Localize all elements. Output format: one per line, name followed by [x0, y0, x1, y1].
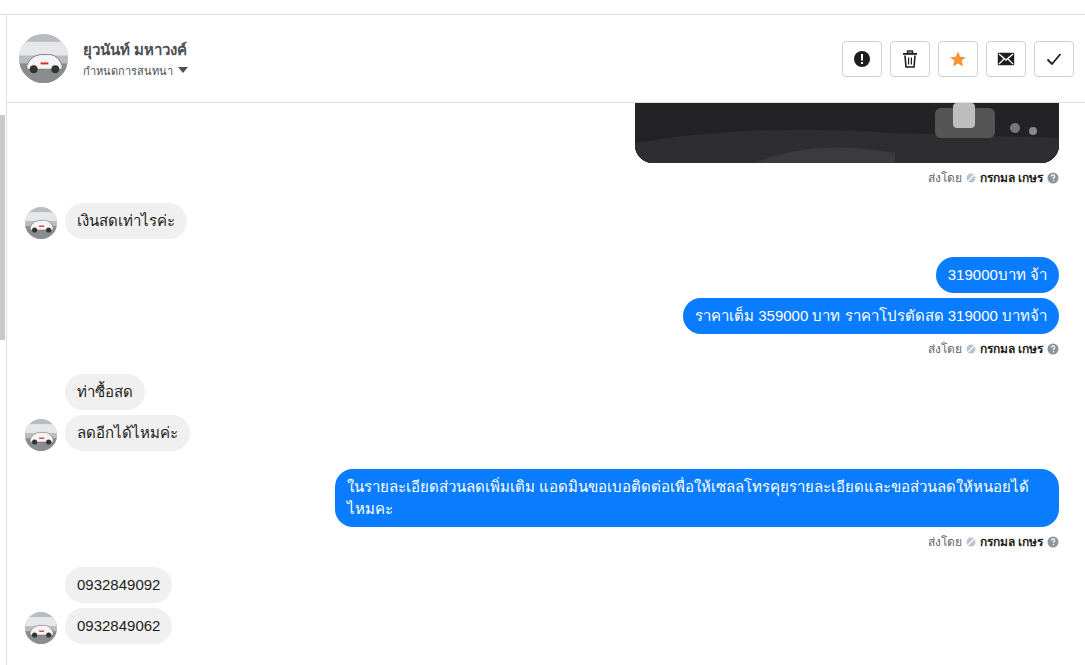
contact-info: ยุวนันท์ มหาวงค์กำหนดการสนทนา: [83, 40, 188, 78]
photo-attachment[interactable]: [635, 103, 1059, 163]
star-button[interactable]: [938, 41, 978, 77]
message-row: ท่าซื้อสด: [25, 374, 145, 410]
message-row: ราคาเต็ม 359000 บาท ราคาโปรตัดสด 319000 …: [683, 298, 1059, 334]
sent-by-label: ส่งโดย: [928, 171, 962, 185]
incoming-bubble[interactable]: ท่าซื้อสด: [65, 374, 145, 410]
conversation-header: ยุวนันท์ มหาวงค์กำหนดการสนทนา: [7, 15, 1085, 103]
incoming-bubble[interactable]: ลดอีกได้ไหมค่ะ: [65, 415, 190, 451]
avatar[interactable]: [19, 34, 68, 83]
bubble-stack: 319000บาท จ้าราคาเต็ม 359000 บาท ราคาโปร…: [683, 257, 1059, 334]
incoming-group: 0932849092 0932849062: [25, 567, 1059, 644]
caret-down-icon: [178, 67, 188, 74]
exclamation-icon: [853, 50, 871, 68]
sender-name[interactable]: กรกมล เกษร: [980, 535, 1043, 549]
help-icon: [1047, 536, 1059, 548]
bubble-stack: 0932849092 0932849062: [25, 567, 172, 644]
message-row: 0932849062: [25, 608, 172, 644]
sent-by: ส่งโดย กรกมล เกษร: [928, 535, 1059, 549]
star-icon: [949, 50, 967, 68]
message-row: 0932849092: [25, 567, 172, 603]
avatar[interactable]: [25, 207, 57, 239]
conversation-panel: ยุวนันท์ มหาวงค์กำหนดการสนทนา ส่งโดยกรกม…: [6, 15, 1085, 665]
page-admin-icon: [966, 173, 976, 183]
incoming-group: เงินสดเท่าไรค่ะ: [25, 203, 1059, 239]
incoming-group: ท่าซื้อสดลดอีกได้ไหมค่ะ: [25, 374, 1059, 451]
message-list: ส่งโดยกรกมล เกษรเงินสดเท่าไรค่ะ319000บาท…: [7, 103, 1085, 665]
bubble-stack: เงินสดเท่าไรค่ะ: [25, 203, 187, 239]
page-admin-icon: [966, 344, 976, 354]
incoming-bubble[interactable]: 0932849092: [65, 567, 172, 603]
help-icon: [1047, 172, 1059, 184]
mark-done-button[interactable]: [1034, 41, 1074, 77]
delete-button[interactable]: [890, 41, 930, 77]
sender-name[interactable]: กรกมล เกษร: [980, 171, 1043, 185]
sent-by-label: ส่งโดย: [928, 342, 962, 356]
incoming-bubble[interactable]: เงินสดเท่าไรค่ะ: [65, 203, 187, 239]
sent-by: ส่งโดย กรกมล เกษร: [928, 342, 1059, 356]
avatar[interactable]: [25, 419, 57, 451]
bubble-stack: [635, 103, 1059, 163]
outgoing-group: 319000บาท จ้าราคาเต็ม 359000 บาท ราคาโปร…: [25, 257, 1059, 356]
trash-icon: [902, 50, 918, 68]
mark-unread-button[interactable]: [986, 41, 1026, 77]
outgoing-bubble[interactable]: 319000บาท จ้า: [936, 257, 1059, 293]
envelope-icon: [997, 52, 1015, 66]
bubble-stack: ในรายละเอียดส่วนลดเพิ่มเติม แอดมินขอเบอต…: [335, 469, 1059, 527]
label-dropdown[interactable]: กำหนดการสนทนา: [83, 64, 188, 78]
report-button[interactable]: [842, 41, 882, 77]
avatar-spacer: [25, 602, 57, 603]
scrollbar-thumb[interactable]: [0, 115, 5, 340]
outgoing-bubble[interactable]: ในรายละเอียดส่วนลดเพิ่มเติม แอดมินขอเบอต…: [335, 469, 1059, 527]
message-row: 319000บาท จ้า: [936, 257, 1059, 293]
avatar[interactable]: [25, 612, 57, 644]
outgoing-group: ส่งโดย กรกมล เกษร: [25, 103, 1059, 185]
sender-name[interactable]: กรกมล เกษร: [980, 342, 1043, 356]
help-icon: [1047, 343, 1059, 355]
message-row: เงินสดเท่าไรค่ะ: [25, 203, 187, 239]
outgoing-bubble[interactable]: ราคาเต็ม 359000 บาท ราคาโปรตัดสด 319000 …: [683, 298, 1059, 334]
message-row: ในรายละเอียดส่วนลดเพิ่มเติม แอดมินขอเบอต…: [335, 469, 1059, 527]
message-row: ลดอีกได้ไหมค่ะ: [25, 415, 190, 451]
message-row: [635, 103, 1059, 163]
action-buttons: [842, 41, 1074, 77]
sent-by-label: ส่งโดย: [928, 535, 962, 549]
bubble-stack: ท่าซื้อสดลดอีกได้ไหมค่ะ: [25, 374, 190, 451]
top-strip: [0, 0, 1085, 15]
check-icon: [1046, 52, 1062, 66]
incoming-bubble[interactable]: 0932849062: [65, 608, 172, 644]
avatar-spacer: [25, 409, 57, 410]
page-admin-icon: [966, 537, 976, 547]
contact-name[interactable]: ยุวนันท์ มหาวงค์: [83, 40, 188, 60]
label-dropdown-text[interactable]: กำหนดการสนทนา: [83, 64, 173, 78]
outgoing-group: ในรายละเอียดส่วนลดเพิ่มเติม แอดมินขอเบอต…: [25, 469, 1059, 549]
sent-by: ส่งโดย กรกมล เกษร: [928, 171, 1059, 185]
